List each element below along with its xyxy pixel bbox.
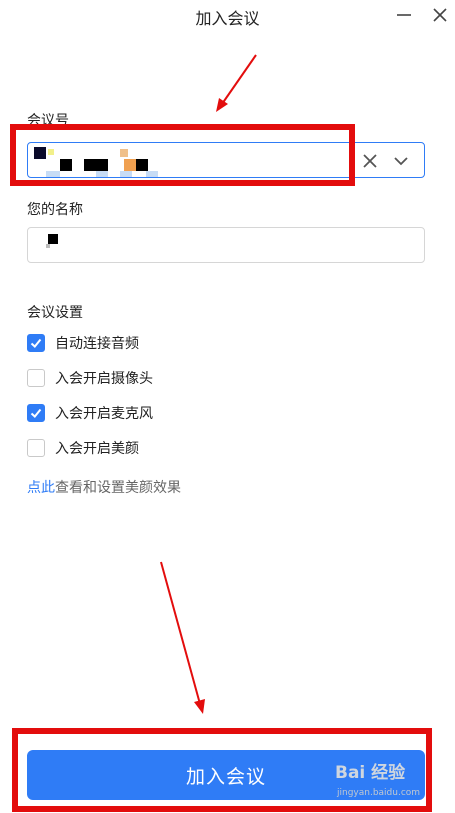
annotation-arrows xyxy=(160,54,257,714)
